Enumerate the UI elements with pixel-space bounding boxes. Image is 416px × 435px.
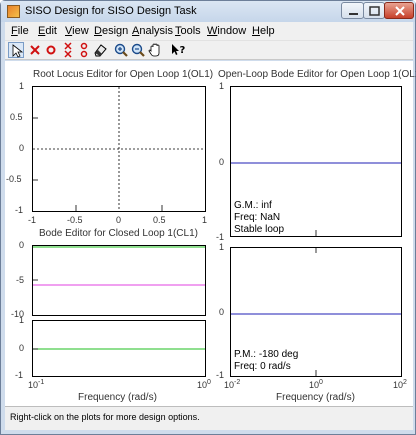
close-button[interactable] — [384, 2, 414, 19]
zoom-in-tool[interactable] — [113, 42, 129, 58]
add-complex-zero-tool[interactable] — [76, 42, 92, 58]
whats-this-tool[interactable]: ? — [170, 42, 186, 58]
cl-mag-ytick: 0 — [19, 240, 25, 250]
ol-mag-ytick: 1 — [219, 81, 225, 91]
ol-mag-ytick: -1 — [216, 232, 225, 242]
menu-tools[interactable]: Tools — [175, 25, 201, 37]
eraser-tool[interactable] — [92, 42, 108, 58]
ol-xtick: 10-2 — [224, 379, 241, 390]
status-message: Right-click on the plots for more design… — [10, 412, 200, 422]
stability-status: Stable loop — [234, 224, 285, 235]
rl-ytick: 0 — [19, 143, 25, 153]
zoom-out-icon — [131, 43, 145, 57]
pole-x-icon — [30, 45, 40, 55]
toolbar: ? — [5, 40, 413, 60]
cl-phase-ytick: -1 — [15, 370, 24, 380]
menu-window[interactable]: Window — [207, 25, 246, 37]
window-title: SISO Design for SISO Design Task — [25, 5, 197, 17]
ol-bode-xlabel: Frequency (rad/s) — [276, 392, 355, 403]
zoom-out-tool[interactable] — [130, 42, 146, 58]
cl-phase-ytick: 0 — [19, 343, 25, 353]
rl-ytick: 1 — [19, 81, 25, 91]
ol-phase-ytick: 1 — [219, 242, 225, 252]
status-bar: Right-click on the plots for more design… — [5, 406, 413, 430]
svg-text:?: ? — [180, 45, 186, 56]
cl-xtick: 10-1 — [28, 379, 45, 390]
close-icon — [395, 6, 405, 16]
pole-pair-icon — [64, 42, 72, 58]
cl-bode-magnitude-traces — [33, 246, 205, 286]
add-pole-tool[interactable] — [27, 42, 43, 58]
title-bar[interactable]: SISO Design for SISO Design Task — [1, 1, 415, 22]
root-locus-axes[interactable] — [32, 86, 206, 212]
cl-bode-magnitude-axes[interactable] — [32, 245, 206, 316]
ol-phase-ytick: -1 — [216, 370, 225, 380]
ol-xtick: 102 — [393, 379, 407, 390]
rl-xtick: 0.5 — [153, 215, 166, 225]
menu-bar: File Edit View Design Analysis Tools Win… — [5, 22, 413, 40]
zoom-in-icon — [114, 43, 128, 57]
ol-mag-ytick: 0 — [219, 157, 225, 167]
minimize-button[interactable] — [341, 2, 364, 19]
cl-bode-title: Bode Editor for Closed Loop 1(CL1) — [39, 228, 198, 239]
select-arrow-tool[interactable] — [8, 42, 24, 58]
root-locus-crosshair — [33, 87, 205, 211]
rl-xtick: -0.5 — [67, 215, 83, 225]
cl-mag-ytick: -5 — [16, 275, 25, 285]
menu-file[interactable]: File — [11, 25, 29, 37]
plot-area: Root Locus Editor for Open Loop 1(OL1) 1… — [5, 61, 416, 406]
ol-bode-title: Open-Loop Bode Editor for Open Loop 1(OL… — [218, 69, 416, 80]
phase-margin-readout: P.M.: -180 deg — [234, 349, 299, 360]
window: SISO Design for SISO Design Task File Ed… — [0, 0, 416, 435]
add-complex-pole-tool[interactable] — [60, 42, 76, 58]
select-arrow-icon — [12, 44, 24, 58]
gain-margin-frequency: Freq: NaN — [234, 212, 281, 223]
eraser-icon — [94, 44, 107, 57]
cl-bode-xlabel: Frequency (rad/s) — [78, 392, 157, 403]
cl-bode-phase-trace — [33, 348, 205, 350]
menu-view[interactable]: View — [65, 25, 89, 37]
add-zero-tool[interactable] — [43, 42, 59, 58]
menu-design[interactable]: Design — [94, 25, 128, 37]
zero-o-icon — [46, 45, 56, 55]
rl-xtick: -1 — [28, 215, 37, 225]
matlab-app-icon — [7, 5, 20, 18]
minimize-icon — [349, 13, 358, 15]
ol-xtick: 100 — [309, 379, 323, 390]
gain-margin-readout: G.M.: inf — [234, 200, 272, 211]
menu-edit[interactable]: Edit — [38, 25, 57, 37]
root-locus-title: Root Locus Editor for Open Loop 1(OL1) — [33, 69, 214, 80]
whats-this-icon: ? — [172, 44, 186, 56]
menu-analysis[interactable]: Analysis — [132, 25, 173, 37]
pan-tool[interactable] — [147, 42, 163, 58]
rl-ytick: 0.5 — [10, 112, 23, 122]
zero-pair-icon — [80, 42, 88, 58]
pan-hand-icon — [148, 43, 160, 57]
cl-xtick: 100 — [197, 379, 211, 390]
rl-xtick: 0 — [116, 215, 122, 225]
ol-phase-ytick: 0 — [219, 307, 225, 317]
cl-phase-ytick: 1 — [19, 315, 25, 325]
rl-ytick: -0.5 — [6, 174, 22, 184]
maximize-button[interactable] — [363, 2, 385, 19]
menu-help[interactable]: Help — [252, 25, 275, 37]
rl-xtick: 1 — [202, 215, 208, 225]
cl-bode-phase-axes[interactable] — [32, 320, 206, 377]
rl-ytick: -1 — [15, 205, 24, 215]
maximize-icon — [369, 6, 380, 16]
phase-margin-frequency: Freq: 0 rad/s — [234, 361, 291, 372]
